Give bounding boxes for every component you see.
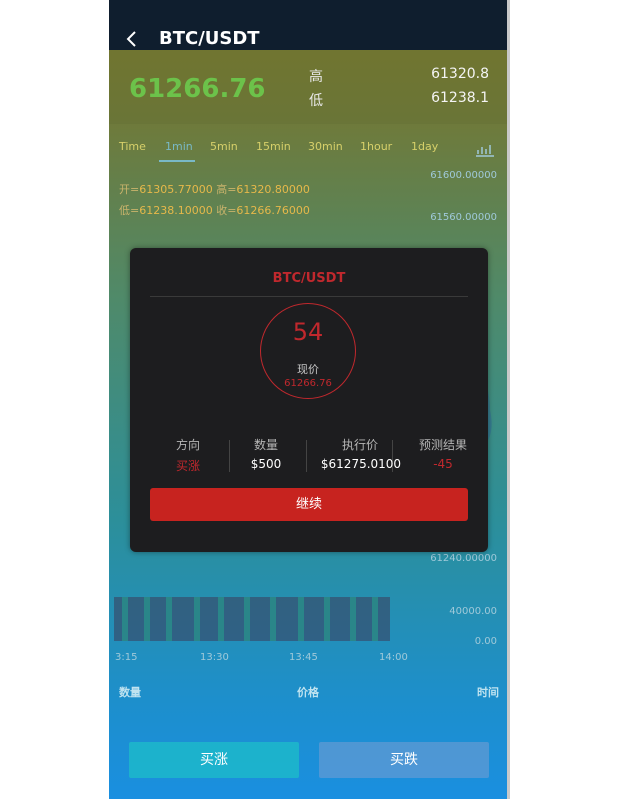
high-value: 61320.8 <box>431 66 489 82</box>
modal-title: BTC/USDT <box>272 271 346 286</box>
order-result-modal: BTC/USDT 54 现价 61266.76 方向 数量 执行价 预测结果 买… <box>130 248 488 552</box>
col-header-qty: 数量 <box>119 686 141 699</box>
col-separator <box>229 440 230 472</box>
page-title: BTC/USDT <box>159 28 260 49</box>
buy-up-button[interactable]: 买涨 <box>129 742 299 778</box>
result-value: -45 <box>433 457 453 471</box>
exec-price-value: $61275.0100 <box>320 457 402 471</box>
tab-1min[interactable]: 1min <box>165 140 193 153</box>
axis-right-label: 61240.00000 <box>430 553 497 564</box>
scrollbar[interactable] <box>507 0 510 799</box>
back-icon[interactable] <box>125 30 145 52</box>
axis-right-label: 0.00 <box>474 636 497 647</box>
col-exec-price-label: 执行价 <box>341 438 378 452</box>
col-qty-label: 数量 <box>253 438 278 452</box>
low-value: 61238.1 <box>431 90 489 106</box>
axis-bottom-label: 3:15 <box>115 652 138 663</box>
tab-5min[interactable]: 5min <box>210 140 238 153</box>
direction-value: 买涨 <box>175 459 200 473</box>
current-price-value: 61266.76 <box>284 378 332 389</box>
last-price: 61266.76 <box>129 74 266 104</box>
tab-time[interactable]: Time <box>119 140 146 153</box>
ohlc-row-2: 低=61238.10000 收=61266.76000 <box>119 204 310 217</box>
ohlc-low: 61238.10000 <box>139 204 213 217</box>
axis-right-label: 40000.00 <box>449 606 497 617</box>
axis-bottom-label: 13:30 <box>200 652 229 663</box>
ohlc-open: 61305.77000 <box>139 183 213 196</box>
tab-15min[interactable]: 15min <box>256 140 291 153</box>
high-label: 高 <box>309 69 323 85</box>
tab-1hour[interactable]: 1hour <box>360 140 392 153</box>
chart-settings-icon[interactable] <box>475 141 495 157</box>
continue-button[interactable]: 继续 <box>150 488 468 521</box>
ohlc-close: 61266.76000 <box>236 204 310 217</box>
tab-1day[interactable]: 1day <box>411 140 438 153</box>
modal-divider <box>150 296 468 297</box>
top-bar: BTC/USDT <box>109 0 507 50</box>
ohlc-row-1: 开=61305.77000 高=61320.80000 <box>119 183 310 196</box>
buy-down-button[interactable]: 买跌 <box>319 742 489 778</box>
low-label: 低 <box>309 93 323 109</box>
axis-right-label: 61560.00000 <box>430 212 497 223</box>
qty-value: $500 <box>250 457 282 471</box>
axis-right-label: 61600.00000 <box>430 170 497 181</box>
active-tab-underline <box>159 160 195 162</box>
col-separator <box>306 440 307 472</box>
countdown-circle: 54 现价 61266.76 <box>260 303 356 399</box>
col-direction-label: 方向 <box>175 438 200 452</box>
axis-bottom-label: 13:45 <box>289 652 318 663</box>
col-header-price: 价格 <box>297 686 319 699</box>
axis-bottom-label: 14:00 <box>379 652 408 663</box>
volume-bars <box>114 597 390 641</box>
col-header-time: 时间 <box>477 686 499 699</box>
tab-30min[interactable]: 30min <box>308 140 343 153</box>
interval-tabs: Time 1min 5min 15min 30min 1hour 1day <box>109 132 507 162</box>
ohlc-high: 61320.80000 <box>236 183 310 196</box>
col-result-label: 预测结果 <box>418 438 467 452</box>
current-price-label: 现价 <box>297 363 319 376</box>
countdown-value: 54 <box>292 318 324 346</box>
